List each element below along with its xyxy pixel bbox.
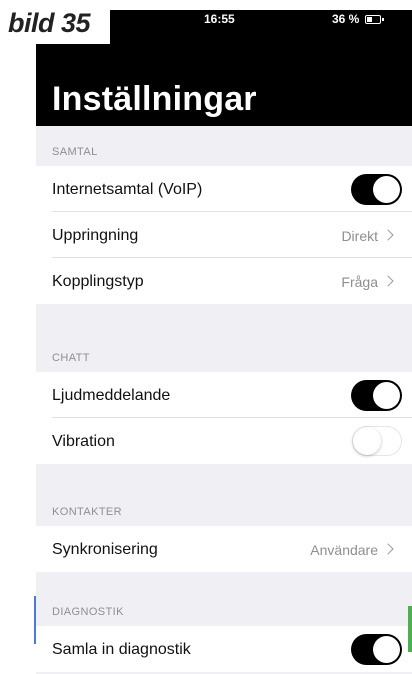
section-header-diagnostik: DIAGNOSTIK — [36, 572, 412, 626]
chevron-right-icon — [382, 275, 394, 287]
setting-value: Användare — [310, 542, 378, 558]
figure-caption: bild 35 — [0, 0, 110, 44]
setting-row-vibration[interactable]: Vibration — [36, 418, 412, 464]
section-header-samtal: SAMTAL — [36, 126, 412, 166]
section-header-label: CHATT — [52, 352, 90, 364]
figure-caption-text: bild 35 — [8, 8, 91, 38]
chevron-right-icon — [382, 229, 394, 241]
section-header-chatt: CHATT — [36, 304, 412, 372]
setting-row-ljudmeddelande[interactable]: Ljudmeddelande — [36, 372, 412, 418]
toggle-knob — [373, 382, 400, 409]
setting-row-uppringning[interactable]: Uppringning Direkt — [36, 212, 412, 258]
setting-label: Samla in diagnostik — [52, 641, 191, 658]
vibration-toggle[interactable] — [352, 426, 402, 456]
diagnostik-toggle[interactable] — [351, 634, 402, 665]
ljudmeddelande-toggle[interactable] — [351, 380, 402, 411]
phone-screen: 16:55 36 % Inställningar SAMTAL Internet… — [36, 10, 412, 674]
toggle-knob — [373, 636, 400, 663]
status-time: 16:55 — [204, 12, 235, 26]
screenshot-stage: bild 35 16:55 36 % Inställningar SAMTAL … — [0, 0, 412, 674]
battery-percentage: 36 % — [332, 12, 360, 26]
setting-label: Vibration — [52, 433, 115, 450]
setting-value: Fråga — [341, 274, 378, 290]
battery-icon — [365, 14, 385, 24]
setting-label: Synkronisering — [52, 541, 158, 558]
setting-label: Internetsamtal (VoIP) — [52, 181, 203, 198]
setting-label: Ljudmeddelande — [52, 387, 171, 404]
voip-toggle[interactable] — [351, 174, 402, 205]
section-header-label: SAMTAL — [52, 146, 98, 158]
toggle-knob — [373, 176, 400, 203]
setting-row-synkronisering[interactable]: Synkronisering Användare — [36, 526, 412, 572]
setting-row-kopplingstyp[interactable]: Kopplingstyp Fråga — [36, 258, 412, 304]
toggle-knob — [353, 427, 381, 455]
setting-label: Kopplingstyp — [52, 273, 144, 290]
setting-value: Direkt — [341, 228, 378, 244]
setting-row-samla-in-diagnostik[interactable]: Samla in diagnostik — [36, 626, 412, 672]
status-battery: 36 % — [332, 12, 385, 26]
setting-row-voip[interactable]: Internetsamtal (VoIP) — [36, 166, 412, 212]
right-edge-marker — [408, 606, 412, 652]
section-header-kontakter: KONTAKTER — [36, 464, 412, 526]
section-header-label: KONTAKTER — [52, 506, 123, 518]
page-title: Inställningar — [52, 80, 257, 118]
setting-label: Uppringning — [52, 227, 139, 244]
chevron-right-icon — [382, 543, 394, 555]
section-header-label: DIAGNOSTIK — [52, 606, 124, 618]
